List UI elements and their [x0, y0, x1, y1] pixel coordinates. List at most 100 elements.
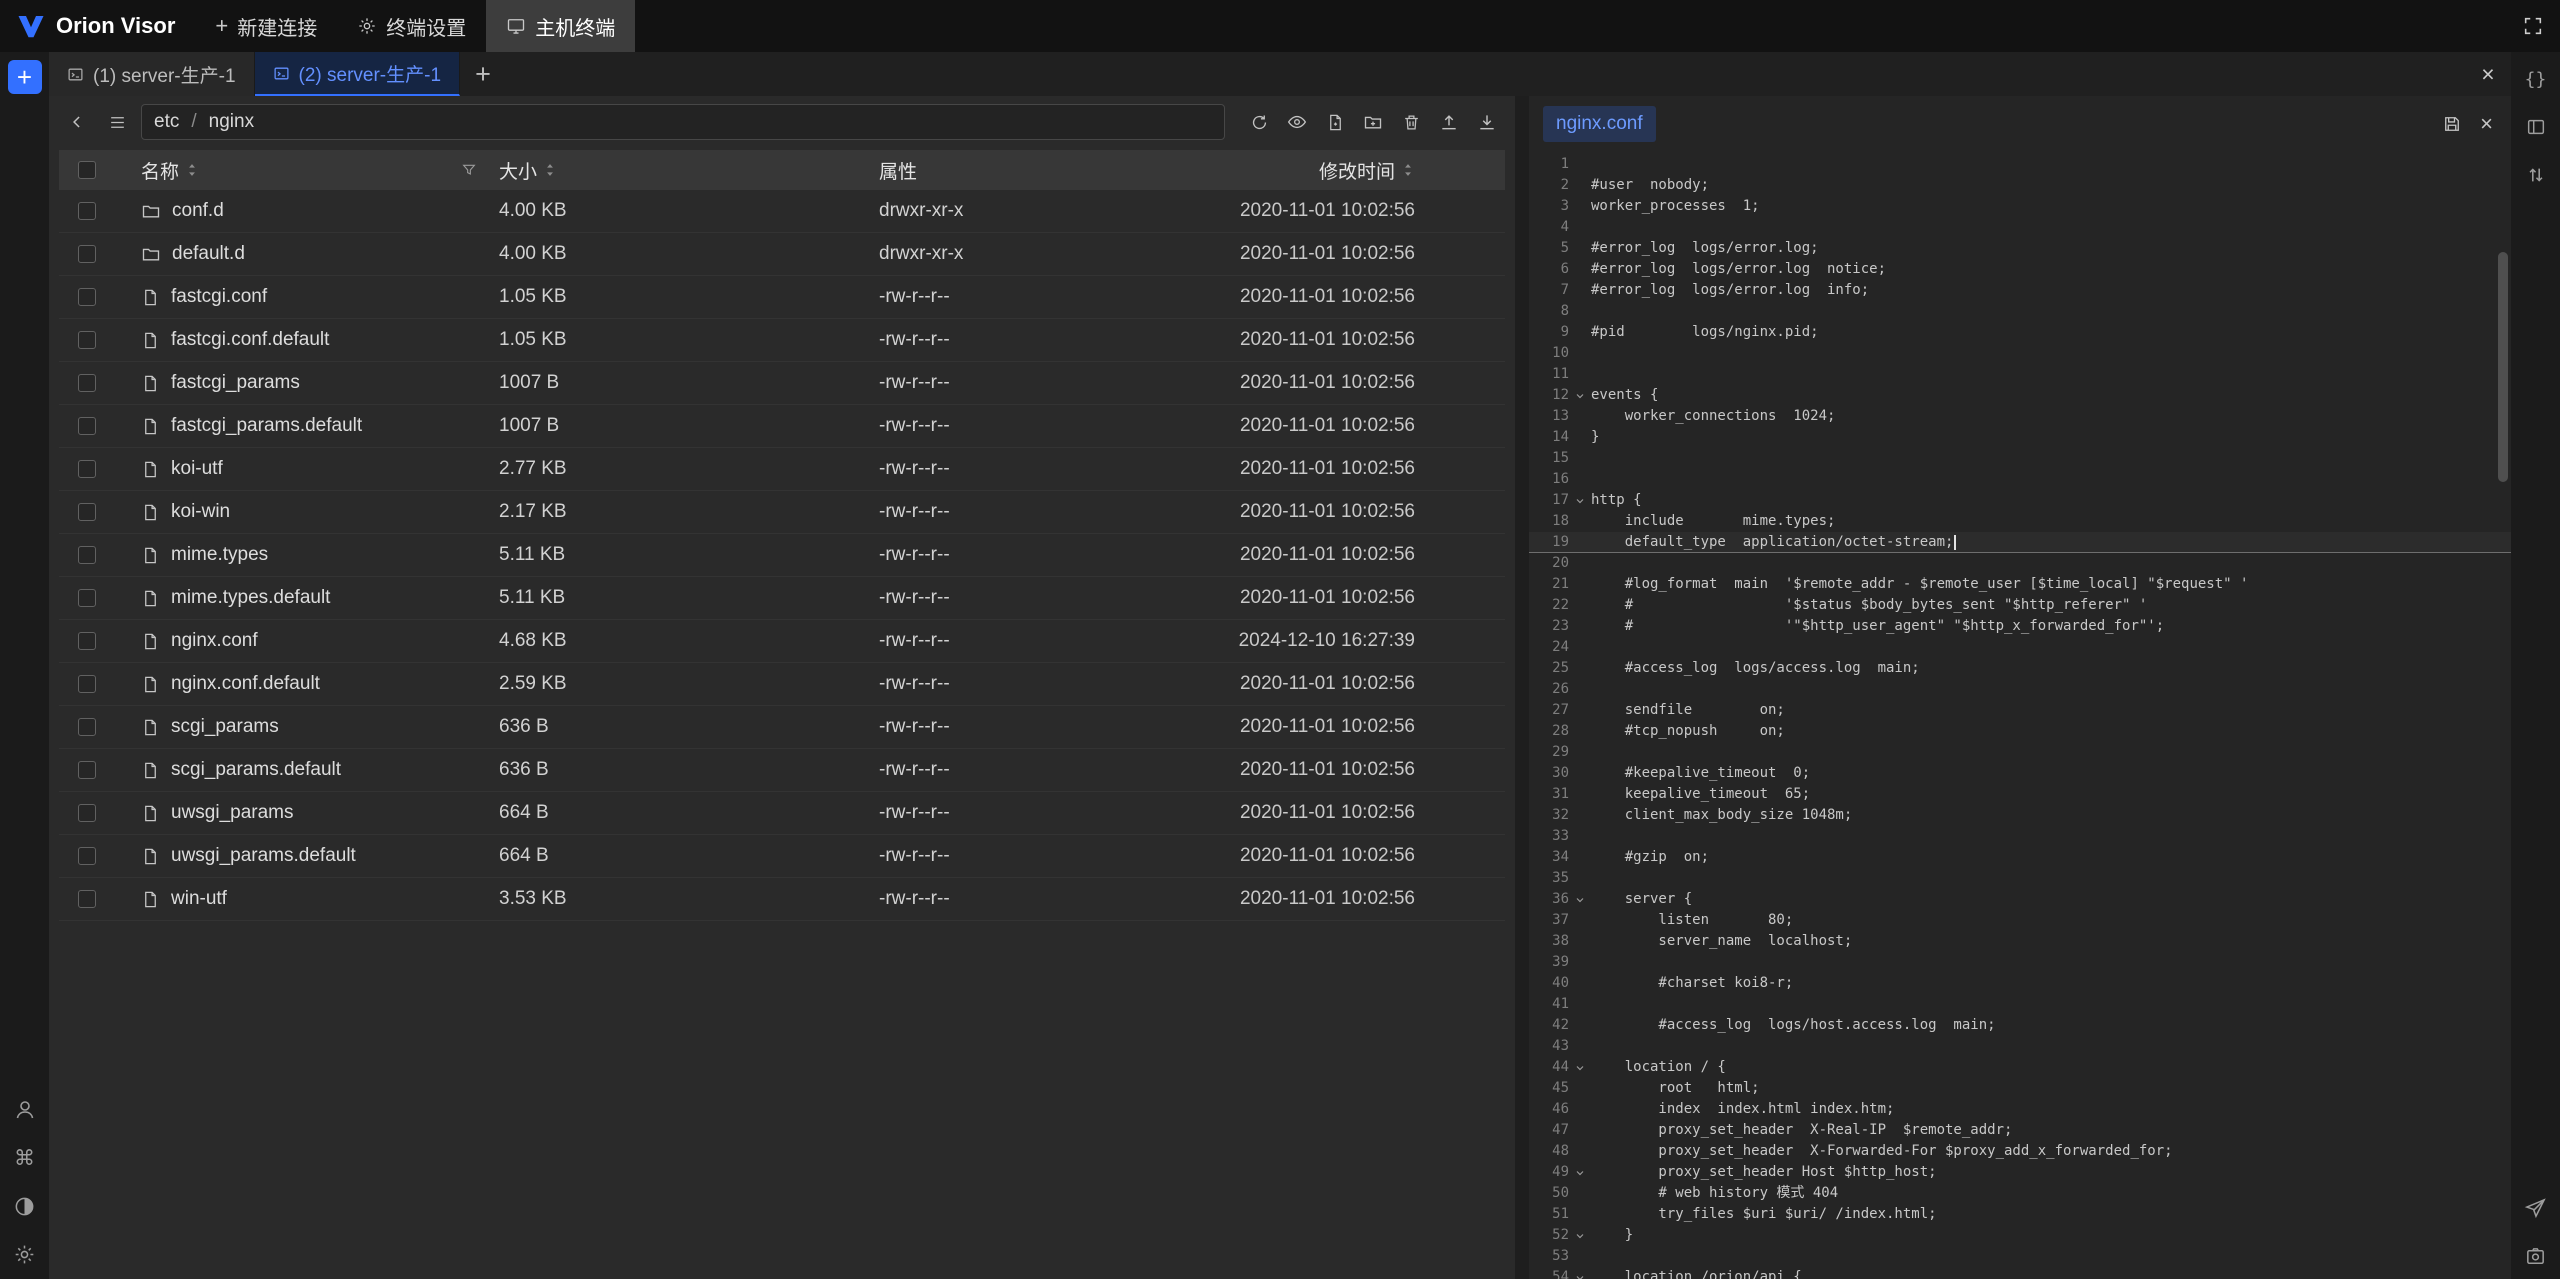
editor-line[interactable]: 1	[1529, 154, 2511, 175]
editor-line[interactable]: 28 #tcp_nopush on;	[1529, 721, 2511, 742]
editor-line[interactable]: 6 #error_log logs/error.log notice;	[1529, 259, 2511, 280]
editor-line[interactable]: 46 index index.html index.htm;	[1529, 1099, 2511, 1120]
select-all-checkbox[interactable]	[78, 161, 96, 179]
editor-line[interactable]: 12 events {	[1529, 385, 2511, 406]
download-icon[interactable]	[1471, 106, 1503, 138]
editor-line[interactable]: 41	[1529, 994, 2511, 1015]
editor-line[interactable]: 21 #log_format main '$remote_addr - $rem…	[1529, 574, 2511, 595]
new-file-icon[interactable]	[1319, 106, 1351, 138]
editor-line[interactable]: 2 #user nobody;	[1529, 175, 2511, 196]
editor-line[interactable]: 19 default_type application/octet-stream…	[1529, 532, 2511, 553]
row-name-cell[interactable]: uwsgi_params	[115, 802, 499, 824]
row-name-cell[interactable]: default.d	[115, 243, 499, 265]
row-name-cell[interactable]: scgi_params	[115, 716, 499, 738]
side-panel-icon[interactable]	[2523, 114, 2549, 140]
file-table-row[interactable]: uwsgi_params.default 664 B -rw-r--r-- 20…	[59, 835, 1505, 878]
row-name-cell[interactable]: mime.types.default	[115, 587, 499, 609]
editor-tab-nginx-conf[interactable]: nginx.conf	[1543, 106, 1656, 142]
braces-json-icon[interactable]: {}	[2523, 66, 2549, 92]
editor-line[interactable]: 26	[1529, 679, 2511, 700]
editor-code-area[interactable]: 1 2 #user nobody; 3 worker_processes 1; …	[1529, 152, 2511, 1279]
row-checkbox[interactable]	[78, 374, 96, 392]
row-name-cell[interactable]: uwsgi_params.default	[115, 845, 499, 867]
editor-line[interactable]: 23 # '"$http_user_agent" "$http_x_forwar…	[1529, 616, 2511, 637]
editor-line[interactable]: 51 try_files $uri $uri/ /index.html;	[1529, 1204, 2511, 1225]
terminal-tab-2[interactable]: (2) server-生产-1	[255, 52, 461, 96]
back-button[interactable]	[61, 106, 93, 138]
terminal-tab-1[interactable]: (1) server-生产-1	[49, 52, 255, 96]
row-checkbox[interactable]	[78, 503, 96, 521]
editor-line[interactable]: 7 #error_log logs/error.log info;	[1529, 280, 2511, 301]
fold-chevron-icon[interactable]	[1569, 889, 1591, 910]
row-name-cell[interactable]: nginx.conf.default	[115, 673, 499, 695]
row-name-cell[interactable]: nginx.conf	[115, 630, 499, 652]
row-checkbox[interactable]	[78, 718, 96, 736]
editor-line[interactable]: 45 root html;	[1529, 1078, 2511, 1099]
file-table-row[interactable]: scgi_params 636 B -rw-r--r-- 2020-11-01 …	[59, 706, 1505, 749]
editor-line[interactable]: 40 #charset koi8-r;	[1529, 973, 2511, 994]
row-name-cell[interactable]: fastcgi_params	[115, 372, 499, 394]
command-shortcut-icon[interactable]: ⌘	[12, 1145, 38, 1171]
column-header-size[interactable]: 大小	[499, 157, 879, 184]
row-checkbox[interactable]	[78, 417, 96, 435]
row-checkbox[interactable]	[78, 675, 96, 693]
file-table-row[interactable]: koi-win 2.17 KB -rw-r--r-- 2020-11-01 10…	[59, 491, 1505, 534]
file-table-row[interactable]: mime.types.default 5.11 KB -rw-r--r-- 20…	[59, 577, 1505, 620]
row-checkbox[interactable]	[78, 632, 96, 650]
save-icon[interactable]	[2442, 114, 2462, 134]
file-table-row[interactable]: win-utf 3.53 KB -rw-r--r-- 2020-11-01 10…	[59, 878, 1505, 921]
filter-funnel-icon[interactable]	[461, 162, 477, 178]
file-table-row[interactable]: default.d 4.00 KB drwxr-xr-x 2020-11-01 …	[59, 233, 1505, 276]
row-name-cell[interactable]: fastcgi.conf	[115, 286, 499, 308]
close-panel-icon[interactable]: ×	[2465, 52, 2511, 96]
fold-chevron-icon[interactable]	[1569, 1162, 1591, 1183]
editor-line[interactable]: 17 http {	[1529, 490, 2511, 511]
row-name-cell[interactable]: koi-utf	[115, 458, 499, 480]
editor-line[interactable]: 3 worker_processes 1;	[1529, 196, 2511, 217]
fold-chevron-icon[interactable]	[1569, 490, 1591, 511]
fold-chevron-icon[interactable]	[1569, 1057, 1591, 1078]
user-icon[interactable]	[12, 1097, 38, 1123]
editor-line[interactable]: 48 proxy_set_header X-Forwarded-For $pro…	[1529, 1141, 2511, 1162]
refresh-icon[interactable]	[1243, 106, 1275, 138]
row-checkbox[interactable]	[78, 460, 96, 478]
sort-arrows-icon[interactable]	[1401, 161, 1415, 179]
editor-line[interactable]: 38 server_name localhost;	[1529, 931, 2511, 952]
menu-item-new-connection[interactable]: + 新建连接	[195, 0, 337, 52]
panel-splitter[interactable]	[1515, 96, 1529, 1279]
fold-chevron-icon[interactable]	[1569, 385, 1591, 406]
editor-line[interactable]: 11	[1529, 364, 2511, 385]
row-checkbox[interactable]	[78, 331, 96, 349]
swap-arrows-icon[interactable]	[2523, 162, 2549, 188]
add-tab-button[interactable]: +	[460, 52, 506, 96]
column-header-name[interactable]: 名称	[115, 157, 499, 184]
editor-line[interactable]: 25 #access_log logs/access.log main;	[1529, 658, 2511, 679]
editor-line[interactable]: 34 #gzip on;	[1529, 847, 2511, 868]
fold-chevron-icon[interactable]	[1569, 1225, 1591, 1246]
row-checkbox[interactable]	[78, 245, 96, 263]
show-hidden-eye-icon[interactable]	[1281, 106, 1313, 138]
settings-gear-icon[interactable]	[12, 1241, 38, 1267]
delete-trash-icon[interactable]	[1395, 106, 1427, 138]
breadcrumb-segment-nginx[interactable]: nginx	[209, 111, 254, 133]
column-header-attr[interactable]: 属性	[879, 157, 1219, 184]
fullscreen-icon[interactable]	[2522, 15, 2544, 37]
editor-line[interactable]: 4	[1529, 217, 2511, 238]
editor-line[interactable]: 31 keepalive_timeout 65;	[1529, 784, 2511, 805]
editor-line[interactable]: 36 server {	[1529, 889, 2511, 910]
screenshot-icon[interactable]	[2523, 1243, 2549, 1269]
row-name-cell[interactable]: mime.types	[115, 544, 499, 566]
editor-scrollbar[interactable]	[2498, 252, 2508, 482]
editor-line[interactable]: 37 listen 80;	[1529, 910, 2511, 931]
file-table-row[interactable]: conf.d 4.00 KB drwxr-xr-x 2020-11-01 10:…	[59, 190, 1505, 233]
send-command-icon[interactable]	[2523, 1195, 2549, 1221]
editor-close-icon[interactable]: ×	[2480, 111, 2493, 137]
file-table-row[interactable]: fastcgi.conf 1.05 KB -rw-r--r-- 2020-11-…	[59, 276, 1505, 319]
editor-line[interactable]: 14 }	[1529, 427, 2511, 448]
upload-icon[interactable]	[1433, 106, 1465, 138]
editor-line[interactable]: 20	[1529, 553, 2511, 574]
editor-line[interactable]: 8	[1529, 301, 2511, 322]
file-table-row[interactable]: uwsgi_params 664 B -rw-r--r-- 2020-11-01…	[59, 792, 1505, 835]
editor-line[interactable]: 39	[1529, 952, 2511, 973]
row-name-cell[interactable]: conf.d	[115, 200, 499, 222]
